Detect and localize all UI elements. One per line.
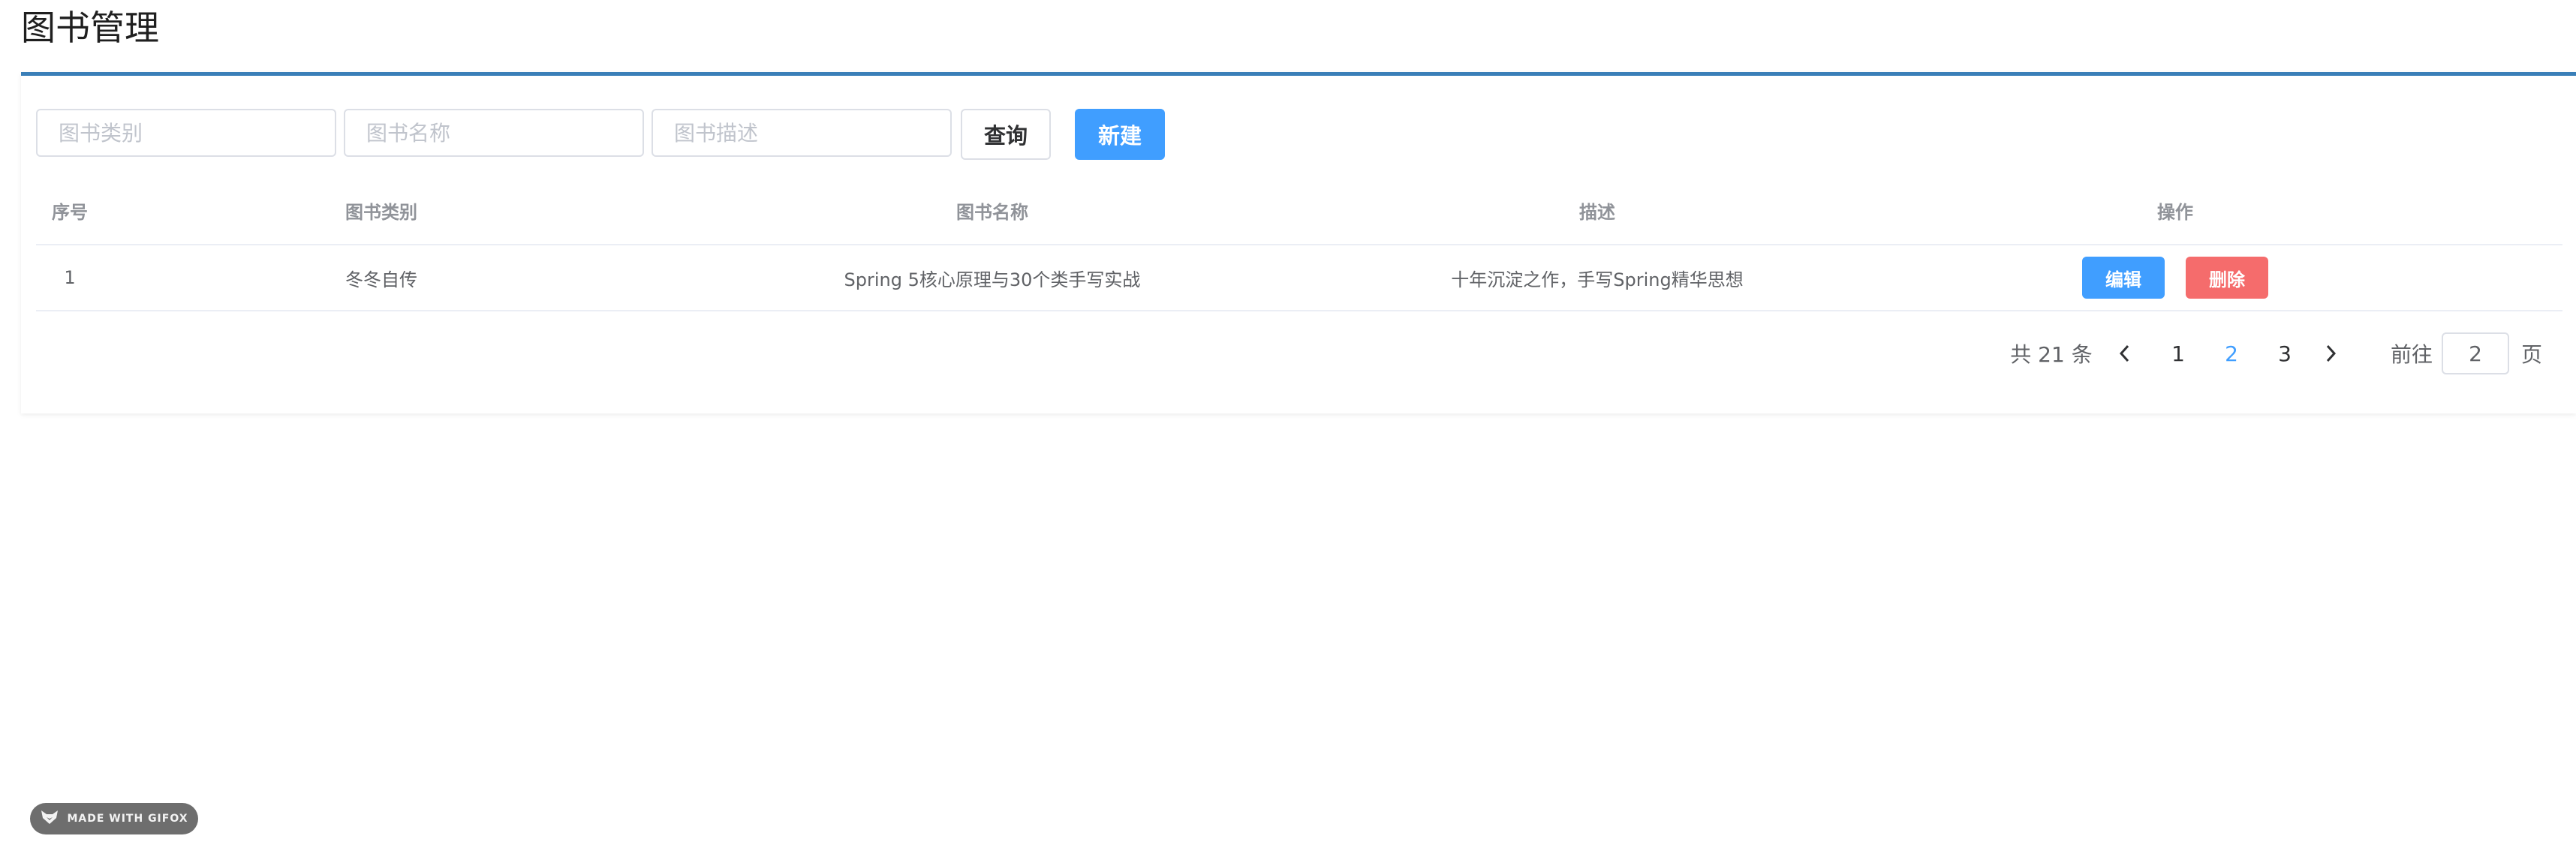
delete-button[interactable]: 删除 bbox=[2186, 257, 2268, 299]
row-book-name: Spring 5核心原理与30个类手写实战 bbox=[844, 269, 1141, 290]
name-search-input[interactable] bbox=[344, 109, 644, 157]
description-search-input[interactable] bbox=[652, 109, 952, 157]
book-table: 序号 图书类别 图书名称 描述 操作 1 冬冬自传 Spring 5核心原理与3… bbox=[36, 176, 2562, 311]
chevron-left-icon bbox=[2119, 344, 2129, 362]
table-header: 序号 图书类别 图书名称 描述 操作 bbox=[36, 176, 2562, 245]
fox-icon bbox=[40, 809, 59, 828]
page: 图书管理 查询 新建 序号 图书类别 图书名称 描述 操作 1 冬冬自传 Spr… bbox=[0, 0, 2576, 866]
gifox-watermark: MADE WITH GIFOX bbox=[30, 803, 198, 834]
row-description: 十年沉淀之作，手写Spring精华思想 bbox=[1451, 269, 1744, 290]
new-book-button[interactable]: 新建 bbox=[1075, 109, 1165, 160]
row-index: 1 bbox=[64, 267, 76, 288]
column-header-category: 图书类别 bbox=[345, 201, 417, 223]
column-header-actions: 操作 bbox=[2157, 201, 2193, 223]
row-category: 冬冬自传 bbox=[345, 269, 417, 290]
category-search-input[interactable] bbox=[36, 109, 336, 157]
pagination: 共 21 条 1 2 3 前往 页 bbox=[2010, 331, 2565, 376]
page-3[interactable]: 3 bbox=[2264, 331, 2306, 376]
prev-page-button[interactable] bbox=[2106, 331, 2144, 376]
column-header-description: 描述 bbox=[1579, 201, 1615, 223]
query-button[interactable]: 查询 bbox=[961, 109, 1051, 160]
column-header-name: 图书名称 bbox=[956, 201, 1028, 223]
column-header-index: 序号 bbox=[52, 201, 88, 223]
page-2[interactable]: 2 bbox=[2210, 331, 2252, 376]
next-page-button[interactable] bbox=[2312, 331, 2349, 376]
goto-wrapper bbox=[2442, 331, 2509, 376]
edit-button[interactable]: 编辑 bbox=[2082, 257, 2165, 299]
page-suffix: 页 bbox=[2520, 342, 2542, 367]
book-panel: 查询 新建 序号 图书类别 图书名称 描述 操作 1 冬冬自传 Spring 5… bbox=[21, 72, 2576, 413]
chevron-right-icon bbox=[2326, 344, 2337, 362]
row-actions: 编辑 删除 bbox=[2063, 245, 2288, 310]
page-title: 图书管理 bbox=[21, 8, 159, 48]
page-1[interactable]: 1 bbox=[2157, 331, 2199, 376]
pagination-total: 共 21 条 bbox=[2010, 342, 2093, 367]
goto-label: 前往 bbox=[2390, 342, 2433, 367]
table-row: 1 冬冬自传 Spring 5核心原理与30个类手写实战 十年沉淀之作，手写Sp… bbox=[36, 245, 2562, 311]
watermark-text: MADE WITH GIFOX bbox=[67, 813, 188, 825]
goto-page-input[interactable] bbox=[2442, 332, 2509, 374]
